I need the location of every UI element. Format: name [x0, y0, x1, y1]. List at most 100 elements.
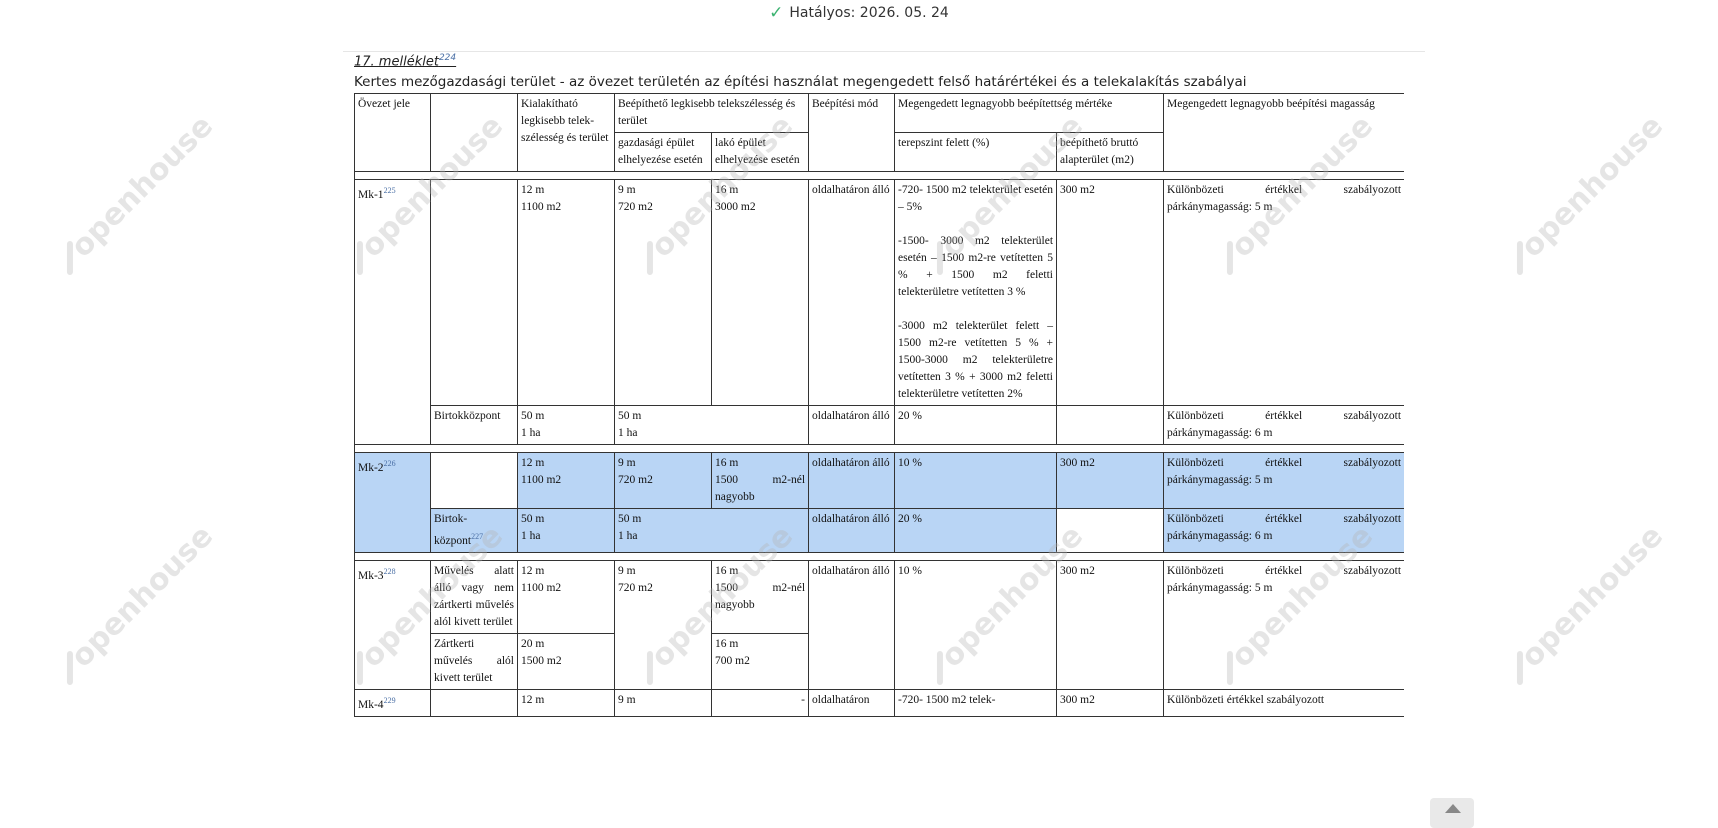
effective-date-status: ✓ Hatályos: 2026. 05. 24	[769, 3, 949, 23]
gross-cell: 300 m2	[1056, 179, 1165, 406]
header-mode: Beépítési mód	[808, 93, 896, 172]
min-plot-cell: 12 m 1100 m2	[517, 452, 615, 509]
watermark-logo-icon	[1516, 651, 1523, 686]
header-min-plot: Kialakítható legkisebb telek-szélesség é…	[517, 93, 615, 172]
res-cell: 16 m 1500 m2-nél nagyobb	[710, 452, 810, 509]
zone-cell: Mk-4229	[354, 688, 431, 717]
min-plot-cell: 50 m1 ha	[517, 405, 615, 445]
watermark: openhouse	[52, 518, 220, 687]
watermark-logo-icon	[66, 241, 73, 276]
height-cell: Különbözeti értékkel szabályozott párkán…	[1163, 508, 1404, 553]
header-zone: Övezet jele	[354, 93, 431, 172]
econ-cell: 9 m 720 m2	[614, 179, 712, 406]
coverage-cell: 10 %	[894, 452, 1058, 509]
sub-cell: Művelés alatt álló vagy nem zártkerti mű…	[430, 559, 518, 634]
footnote-ref[interactable]: 225	[384, 186, 396, 195]
sub-cell	[430, 179, 518, 406]
zone-cell: Mk-1225	[354, 179, 431, 445]
build-cell: 50 m1 ha	[613, 405, 810, 445]
mode-cell: oldalhatáron álló	[808, 452, 896, 509]
min-plot-cell: 12 m 1100 m2	[517, 179, 615, 406]
height-cell: Különbözeti értékkel szabályozott	[1163, 688, 1404, 717]
table-row-mk2: Mk-2226 12 m 1100 m2 9 m 720 m2 16 m 1500 m…	[354, 452, 1404, 553]
table-row-mk2-birtok: Birtok-központ227 50 m1 ha 50 m1 ha olda…	[355, 508, 1404, 553]
footnote-ref[interactable]: 226	[384, 459, 396, 468]
annex-title-text: 17. melléklet	[354, 54, 439, 70]
watermark: openhouse	[1502, 108, 1670, 277]
divider	[343, 51, 1425, 52]
res-cell: 16 m 1500 m2-nél nagyobb	[710, 559, 810, 634]
coverage-cell: 20 %	[894, 508, 1058, 553]
table-caption: Kertes mezőgazdasági terület - az övezet…	[354, 74, 1247, 90]
coverage-cell: 20 %	[894, 405, 1058, 445]
sub-cell: Birtok-központ227	[430, 508, 518, 553]
checkmark-icon: ✓	[769, 3, 784, 23]
gross-cell	[1056, 508, 1165, 553]
econ-cell: 9 m 720 m2	[614, 452, 712, 509]
zone-cell: Mk-2226	[354, 452, 431, 553]
sub-cell	[430, 688, 518, 717]
scroll-to-top-button[interactable]	[1430, 798, 1474, 828]
footnote-ref[interactable]: 227	[471, 532, 483, 541]
height-cell: Különbözeti értékkel szabályozott párkán…	[1163, 179, 1404, 406]
table-row-mk1: Mk-1225 12 m 1100 m2 9 m 720 m2 16 m 3000 m…	[354, 179, 1404, 445]
mode-cell: oldalhatáron álló	[808, 179, 896, 406]
annex-title[interactable]: 17. melléklet224	[354, 53, 456, 69]
mode-cell: oldalhatáron álló	[808, 559, 896, 690]
watermark: openhouse	[52, 108, 220, 277]
econ-cell: 9 m 720 m2	[614, 559, 712, 690]
coverage-cell: 10 %	[894, 559, 1058, 690]
zone-cell: Mk-3228	[354, 559, 431, 690]
header-above-ground: terepszint felett (%)	[894, 132, 1058, 172]
watermark-logo-icon	[1516, 241, 1523, 276]
coverage-cell: -720- 1500 m2 telek-	[894, 688, 1058, 717]
coverage-cell: -720- 1500 m2 telekterület esetén – 5% -…	[894, 179, 1058, 406]
effective-date-label: Hatályos: 2026. 05. 24	[789, 5, 949, 21]
regulation-table: Övezet jele Kialakítható legkisebb telek…	[354, 93, 1404, 717]
header-max-coverage: Megengedett legnagyobb beépítettség mért…	[894, 93, 1165, 133]
table-row-mk3: Mk-3228 Művelés alatt álló vagy nem zárt…	[354, 559, 1404, 690]
header-row: Övezet jele Kialakítható legkisebb telek…	[354, 93, 1404, 172]
build-cell: 50 m1 ha	[613, 508, 810, 553]
footnote-ref[interactable]: 228	[384, 567, 396, 576]
mode-cell: oldalhatáron álló	[808, 405, 896, 445]
spacer-row	[354, 551, 1404, 561]
status-bar: ✓ Hatályos: 2026. 05. 24	[0, 0, 1718, 28]
res-cell: 16 m 3000 m2	[710, 179, 810, 406]
sub-cell	[430, 452, 518, 509]
res-cell: 16 m 700 m2	[710, 632, 810, 690]
arrow-up-icon	[1445, 804, 1461, 813]
min-plot-cell: 50 m1 ha	[517, 508, 615, 553]
sub-cell: Zártkerti művelés alól kivett terület	[430, 632, 518, 690]
header-max-height: Megengedett legnagyobb beépítési magassá…	[1163, 93, 1404, 172]
header-empty	[430, 93, 518, 172]
footnote-ref[interactable]: 229	[384, 696, 396, 705]
spacer-row	[354, 444, 1404, 453]
spacer-row	[354, 171, 1404, 180]
mode-cell: oldalhatáron álló	[808, 508, 896, 553]
height-cell: Különbözeti értékkel szabályozott párkán…	[1163, 405, 1404, 445]
res-cell: -	[710, 688, 810, 717]
regulation-document: Övezet jele Kialakítható legkisebb telek…	[354, 93, 1404, 813]
gross-cell: 300 m2	[1056, 452, 1165, 509]
gross-cell: 300 m2	[1056, 688, 1165, 717]
watermark: openhouse	[1502, 518, 1670, 687]
header-buildable-econ: gazdasági épület elhelyezése esetén	[614, 132, 712, 172]
gross-cell	[1056, 405, 1165, 445]
header-buildable-res: lakó épület elhelyezése esetén	[710, 132, 810, 172]
min-plot-cell: 20 m 1500 m2	[517, 632, 615, 690]
sub-cell: Birtokközpont	[430, 405, 518, 445]
table-row-mk4: Mk-4229 12 m 9 m - oldalhatáron -720- 15…	[354, 688, 1404, 717]
gross-cell: 300 m2	[1056, 559, 1165, 690]
annex-footnote-ref[interactable]: 224	[439, 53, 456, 63]
header-gross-area: beépíthető bruttó alapterület (m2)	[1056, 132, 1165, 172]
height-cell: Különbözeti értékkel szabályozott párkán…	[1163, 452, 1404, 509]
econ-cell: 9 m	[614, 688, 712, 717]
mode-cell: oldalhatáron	[808, 688, 896, 717]
header-buildable: Beépíthető legkisebb telekszélesség és t…	[613, 93, 810, 133]
watermark-logo-icon	[66, 651, 73, 686]
min-plot-cell: 12 m	[517, 688, 615, 717]
min-plot-cell: 12 m 1100 m2	[517, 559, 615, 634]
table-row-mk1-birtok: Birtokközpont 50 m1 ha 50 m1 ha oldalhat…	[355, 405, 1404, 445]
height-cell: Különbözeti értékkel szabályozott párkán…	[1163, 559, 1404, 690]
